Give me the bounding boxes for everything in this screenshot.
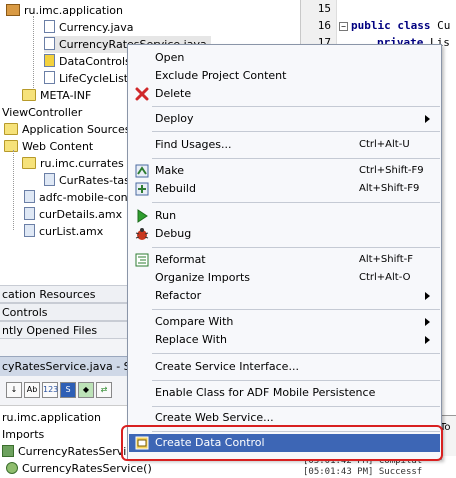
constructor-icon	[6, 462, 18, 474]
tree-item-ru-imc-currates[interactable]: ru.imc.currates	[22, 155, 124, 172]
tree-item-web-content[interactable]: Web Content	[4, 138, 93, 155]
text-icon[interactable]: Ab	[24, 382, 40, 398]
submenu-arrow-icon	[425, 292, 430, 300]
menu-item-reformat[interactable]: Reformat Alt+Shift-F	[129, 251, 440, 269]
line-number: 16	[317, 19, 331, 32]
menu-separator	[152, 202, 440, 203]
menu-separator	[152, 353, 440, 354]
tree-item-curlist-amx[interactable]: curList.amx	[24, 223, 103, 240]
menu-item-debug[interactable]: Debug	[129, 225, 440, 243]
tree-item-package[interactable]: ru.imc.application	[6, 2, 123, 19]
code-line: − public class Cu	[339, 19, 450, 32]
numbers-icon[interactable]: 123	[42, 382, 58, 398]
tree-item-currency-java[interactable]: Currency.java	[44, 19, 134, 36]
tree-item-currates-task[interactable]: CurRates-tas	[44, 172, 130, 189]
run-icon	[137, 209, 148, 223]
menu-item-delete[interactable]: Delete	[129, 85, 440, 103]
tree-item-curdetails-amx[interactable]: curDetails.amx	[24, 206, 122, 223]
menu-item-make[interactable]: Make Ctrl+Shift-F9	[129, 162, 440, 180]
menu-item-compare-with[interactable]: Compare With	[129, 313, 440, 331]
structure-item-class[interactable]: CurrencyRatesService	[2, 443, 139, 460]
tree-item-viewcontroller[interactable]: ViewController	[2, 104, 82, 121]
menu-separator	[152, 309, 440, 310]
structure-item-constructor[interactable]: CurrencyRatesService()	[6, 460, 152, 477]
menu-item-run[interactable]: Run	[129, 207, 440, 225]
menu-separator	[152, 158, 440, 159]
taskflow-file-icon	[44, 173, 55, 186]
menu-separator	[152, 131, 440, 132]
highlight-annotation-ring	[121, 425, 443, 461]
menu-item-open[interactable]: Open	[129, 49, 440, 67]
amx-file-icon	[24, 207, 35, 220]
context-menu: Open Exclude Project Content Delete Depl…	[127, 44, 442, 460]
config-file-icon	[24, 190, 35, 203]
make-icon	[135, 164, 149, 178]
menu-item-rebuild[interactable]: Rebuild Alt+Shift-F9	[129, 180, 440, 198]
menu-separator	[152, 380, 440, 381]
structure-item-package[interactable]: ru.imc.application	[2, 409, 101, 426]
static-icon[interactable]: S	[60, 382, 76, 398]
tree-item-application-sources[interactable]: Application Sources	[4, 121, 130, 138]
menu-item-organize-imports[interactable]: Organize Imports Ctrl+Alt-O	[129, 269, 440, 287]
menu-separator	[152, 247, 440, 248]
folder-icon	[4, 140, 18, 152]
menu-item-create-service-interface[interactable]: Create Service Interface...	[129, 358, 440, 376]
menu-item-deploy[interactable]: Deploy	[129, 110, 440, 128]
submenu-arrow-icon	[425, 318, 430, 326]
lock-icon[interactable]: ◆	[78, 382, 94, 398]
menu-separator	[152, 106, 440, 107]
amx-file-icon	[24, 224, 35, 237]
folder-icon	[4, 123, 18, 135]
menu-item-find-usages[interactable]: Find Usages... Ctrl+Alt-U	[129, 136, 440, 154]
line-number: 15	[317, 2, 331, 15]
folder-icon	[22, 89, 36, 101]
java-file-icon	[44, 37, 55, 50]
tree-item-datacontrols[interactable]: DataControls.	[44, 53, 134, 70]
menu-item-refactor[interactable]: Refactor	[129, 287, 440, 305]
tree-item-lifecyclelistener[interactable]: LifeCycleListe	[44, 70, 135, 87]
debug-bug-icon	[135, 228, 149, 240]
datacontrol-file-icon	[44, 54, 55, 67]
rebuild-icon	[135, 182, 149, 196]
java-file-icon	[44, 71, 55, 84]
sync-icon[interactable]: ⇄	[96, 382, 112, 398]
reformat-icon	[135, 253, 149, 267]
class-icon	[2, 445, 14, 457]
sort-icon[interactable]: ↓	[6, 382, 22, 398]
menu-item-exclude-project-content[interactable]: Exclude Project Content	[129, 67, 440, 85]
menu-item-enable-class-persistence[interactable]: Enable Class for ADF Mobile Persistence	[129, 384, 440, 402]
submenu-arrow-icon	[425, 336, 430, 344]
structure-item-imports[interactable]: Imports	[2, 426, 44, 443]
menu-item-replace-with[interactable]: Replace With	[129, 331, 440, 349]
delete-icon	[135, 87, 149, 101]
package-icon	[6, 4, 20, 16]
menu-separator	[152, 406, 440, 407]
tree-item-meta-inf[interactable]: META-INF	[22, 87, 91, 104]
submenu-arrow-icon	[425, 115, 430, 123]
tree-item-adfc-mobile-config[interactable]: adfc-mobile-confic	[24, 189, 141, 206]
java-file-icon	[44, 20, 55, 33]
folder-icon	[22, 157, 36, 169]
log-line: [05:01:43 PM] Successf	[303, 467, 423, 477]
